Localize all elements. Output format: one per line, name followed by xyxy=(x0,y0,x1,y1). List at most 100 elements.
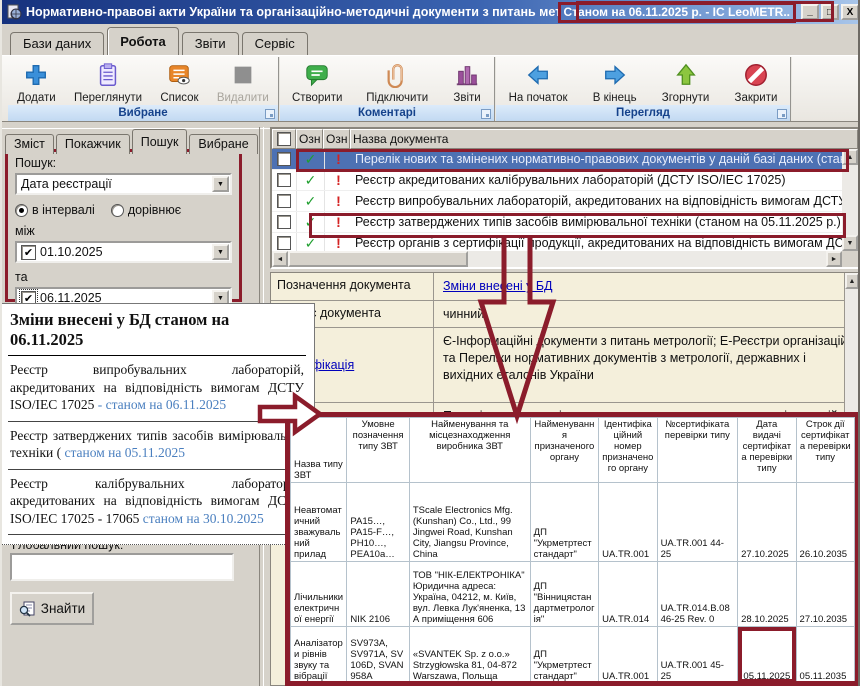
scrollbar-thumb[interactable] xyxy=(288,251,468,267)
bar-chart-icon xyxy=(452,60,482,90)
check-mark-icon: ✓ xyxy=(297,149,325,169)
minimize-button[interactable]: _ xyxy=(801,4,819,20)
menu-tab-work[interactable]: Робота xyxy=(107,27,179,55)
col-cert-date: Дата видачі сертифіката перевірки типу xyxy=(738,418,796,483)
scroll-down-icon[interactable]: ▼ xyxy=(842,235,858,251)
document-list-header: Озн Озн Назва документа xyxy=(272,129,858,149)
red-exclamation-icon: ! xyxy=(325,233,352,251)
arrow-right-icon xyxy=(600,60,630,90)
column-mark2[interactable]: Озн xyxy=(323,129,350,149)
document-row[interactable]: ✓ ! Перелік нових та змінених нормативно… xyxy=(272,149,842,170)
tab-favorites[interactable]: Вибране xyxy=(189,134,257,154)
go-start-button[interactable]: На початок xyxy=(506,59,571,105)
detail-row: Статус документа чинний xyxy=(271,301,859,328)
check-mark-icon: ✓ xyxy=(297,212,325,232)
vertical-scrollbar[interactable]: ▲ ▼ xyxy=(842,149,858,251)
between-label: між xyxy=(15,224,232,238)
scroll-left-icon[interactable]: ◄ xyxy=(272,251,288,267)
no-entry-icon xyxy=(741,60,771,90)
checkbox-icon[interactable] xyxy=(277,194,291,208)
menu-tab-reports[interactable]: Звіти xyxy=(182,32,239,55)
group-label-favorites: Вибране xyxy=(8,105,278,121)
menu-tab-strip: Бази даних Робота Звіти Сервіс xyxy=(2,24,860,55)
attach-button[interactable]: Підключити xyxy=(363,59,431,105)
type-approval-table: Назва типу ЗВТ Умовне позначення типу ЗВ… xyxy=(285,412,860,686)
search-panel: Пошук: Дата реєстрації ▼ в інтервалі дор… xyxy=(5,149,242,302)
changes-in-db-link[interactable]: Зміни внесені у БД xyxy=(443,279,553,293)
radio-dot-icon xyxy=(111,204,124,217)
radio-interval[interactable]: в інтервалі xyxy=(15,203,95,217)
check-mark-icon: ✓ xyxy=(297,170,325,190)
red-exclamation-icon: ! xyxy=(325,212,352,232)
application-window: Нормативно-правові акти України та орган… xyxy=(0,0,860,686)
create-comment-button[interactable]: Створити xyxy=(289,59,345,105)
select-all-checkbox[interactable] xyxy=(272,129,296,149)
col-manufacturer: Найменування та місцезнаходження виробни… xyxy=(409,418,530,483)
red-exclamation-icon: ! xyxy=(325,149,352,169)
col-designation: Умовне позначення типу ЗВТ xyxy=(347,418,409,483)
detail-row: Класифікація Є-Інформаційні документи з … xyxy=(271,328,859,403)
column-mark1[interactable]: Озн xyxy=(296,129,323,149)
find-button[interactable]: Знайти xyxy=(10,592,94,625)
go-end-button[interactable]: В кінець xyxy=(590,59,640,105)
table-row: Неавтоматичний зважувальний прилад PA15…… xyxy=(291,483,855,562)
chevron-down-icon[interactable]: ▼ xyxy=(212,244,229,260)
check-mark-icon: ✓ xyxy=(297,191,325,211)
group-label-comments: Коментарі xyxy=(280,105,494,121)
global-search-input[interactable] xyxy=(10,553,234,581)
checkbox-icon[interactable] xyxy=(277,152,291,166)
document-row[interactable]: ✓ ! Реєстр випробувальних лабораторій, а… xyxy=(272,191,842,212)
view-button[interactable]: Переглянути xyxy=(71,59,145,105)
tab-search[interactable]: Пошук xyxy=(132,129,188,154)
status-date-highlight: Станом на 06.11.2025 р. - ІС LeoMETR.. xyxy=(558,2,797,23)
collapse-button[interactable]: Згорнути xyxy=(659,59,712,105)
arrow-left-icon xyxy=(523,60,553,90)
date-from-combobox[interactable]: ✔ 01.10.2025 ▼ xyxy=(15,241,232,263)
scroll-up-icon[interactable]: ▲ xyxy=(842,149,858,165)
toolbar-ribbon: Додати Переглянути Список xyxy=(2,55,860,121)
scroll-up-icon[interactable]: ▲ xyxy=(845,273,859,289)
dialog-launcher-icon[interactable] xyxy=(777,109,787,119)
checkbox-icon[interactable] xyxy=(277,236,291,250)
tab-index[interactable]: Покажчик xyxy=(56,134,130,154)
menu-tab-databases[interactable]: Бази даних xyxy=(10,32,104,55)
popup-entry: Реєстр випробувальних лабораторій, акред… xyxy=(8,356,306,422)
document-row[interactable]: ✓ ! Реєстр органів з сертифікації продук… xyxy=(272,233,842,251)
dialog-launcher-icon[interactable] xyxy=(481,109,491,119)
col-cert-validity: Строк дії сертифіката перевірки типу xyxy=(796,418,854,483)
and-label: та xyxy=(15,270,232,284)
left-panel-tabs: Зміст Покажчик Пошук Вибране xyxy=(5,129,260,154)
red-exclamation-icon: ! xyxy=(325,170,352,190)
maximize-button[interactable]: □ xyxy=(821,4,839,20)
checkbox-icon[interactable] xyxy=(277,173,291,187)
document-row[interactable]: ✓ ! Реєстр затверджених типів засобів ви… xyxy=(272,212,842,233)
db-changes-popup: Зміни внесені у БД станом на 06.11.2025 … xyxy=(2,303,315,545)
close-button[interactable]: X xyxy=(841,4,859,20)
radio-equals[interactable]: дорівнює xyxy=(111,203,181,217)
chevron-down-icon[interactable]: ▼ xyxy=(212,176,229,192)
close-db-button[interactable]: Закрити xyxy=(732,59,781,105)
checkbox-checked-icon[interactable]: ✔ xyxy=(21,245,36,260)
document-row[interactable]: ✓ ! Реєстр акредитованих калібрувальних … xyxy=(272,170,842,191)
horizontal-scrollbar[interactable]: ◄ ► xyxy=(272,251,842,267)
checkbox-icon[interactable] xyxy=(277,215,291,229)
search-field-combobox[interactable]: Дата реєстрації ▼ xyxy=(15,173,232,195)
plus-icon xyxy=(21,60,51,90)
list-button[interactable]: Список xyxy=(157,59,201,105)
radio-dot-icon xyxy=(15,204,28,217)
dialog-launcher-icon[interactable] xyxy=(265,109,275,119)
column-name[interactable]: Назва документа xyxy=(350,129,858,149)
scroll-right-icon[interactable]: ► xyxy=(826,251,842,267)
menu-tab-service[interactable]: Сервіс xyxy=(242,32,308,55)
list-eye-icon xyxy=(164,60,194,90)
delete-icon xyxy=(228,60,258,90)
title-bar: Нормативно-правові акти України та орган… xyxy=(2,0,860,24)
add-button[interactable]: Додати xyxy=(14,59,59,105)
reports-button[interactable]: Звіти xyxy=(449,59,485,105)
ribbon-group-comments: Створити Підключити Звіти Коментарі xyxy=(280,57,496,121)
popup-entry: Реєстр затверджених типів засобів вимірю… xyxy=(8,422,306,470)
window-title: Нормативно-правові акти України та орган… xyxy=(26,5,558,19)
red-exclamation-icon: ! xyxy=(325,191,352,211)
tab-contents[interactable]: Зміст xyxy=(5,134,54,154)
ribbon-group-favorites: Додати Переглянути Список xyxy=(8,57,280,121)
